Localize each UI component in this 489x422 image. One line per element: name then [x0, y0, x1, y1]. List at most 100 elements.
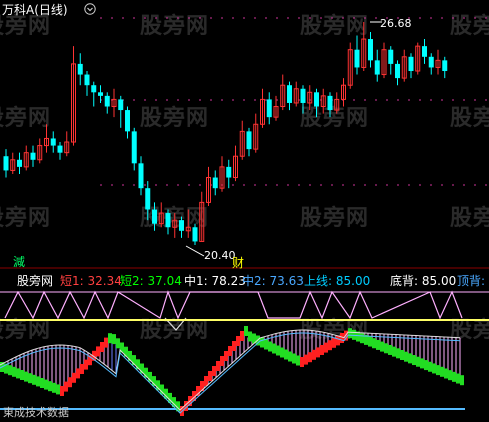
oscillator-bar — [104, 337, 108, 348]
oscillator-bar — [224, 351, 228, 361]
mid1-line — [0, 329, 461, 411]
oscillator-bar — [244, 326, 248, 336]
oscillator-bar — [440, 366, 444, 377]
oscillator-bar — [312, 349, 316, 360]
legend-mid1: 中1: 78.23 — [184, 274, 246, 288]
oscillator-bar — [24, 371, 28, 382]
candle-body — [145, 188, 151, 210]
legend-label: 短2 — [120, 274, 140, 288]
legend-upper-line: 上线: 85.00 — [304, 274, 371, 288]
oscillator-bar — [428, 361, 432, 372]
oscillator-bar — [316, 347, 320, 358]
oscillator-bar — [296, 355, 300, 366]
oscillator-bar — [204, 376, 208, 386]
oscillator-bar — [400, 350, 404, 360]
oscillator-bar — [280, 347, 284, 358]
oscillator-bar — [56, 384, 60, 395]
oscillator-bar — [436, 365, 440, 376]
candle-body — [91, 85, 97, 93]
oscillator-bar — [72, 372, 76, 383]
candle-body — [50, 138, 56, 146]
oscillator-bar — [352, 329, 356, 340]
chart-canvas — [0, 17, 489, 416]
high-price-label: 26.68 — [380, 17, 412, 30]
chevron-down-icon[interactable] — [84, 3, 96, 15]
chart-window: 股旁网 股旁网 股旁网 股旁网 股旁网 股旁网 股旁网 股旁网 股旁网 股旁网 … — [0, 0, 489, 422]
candle-body — [152, 209, 157, 224]
oscillator-bar — [68, 377, 72, 388]
oscillator-bar — [116, 338, 120, 349]
oscillator-bar — [32, 374, 36, 385]
legend-mid2: 中2: 73.63 — [242, 274, 304, 288]
oscillator-bar — [36, 376, 40, 387]
oscillator-bar — [80, 364, 84, 374]
candle-body — [428, 56, 434, 68]
legend-value: 85.00 — [421, 274, 457, 288]
candle-body — [84, 74, 90, 86]
oscillator-bar — [304, 354, 308, 365]
oscillator-bar — [60, 386, 64, 396]
candle-body — [408, 56, 414, 72]
oscillator-bar — [208, 371, 212, 381]
candle-body — [287, 85, 292, 103]
oscillator-bar — [376, 339, 380, 350]
oscillator-bar — [44, 379, 48, 390]
oscillator-bar — [28, 373, 32, 384]
signal-marker: 減 — [13, 255, 26, 269]
oscillator-bar — [332, 337, 336, 348]
oscillator-bar — [268, 341, 272, 352]
legend-value: 73.63 — [269, 274, 304, 288]
candle-body — [442, 60, 448, 72]
candle-body — [3, 156, 9, 171]
oscillator-bar — [220, 356, 224, 366]
candle-body — [77, 63, 83, 75]
oscillator-bar — [40, 378, 44, 388]
oscillator-bar — [260, 337, 264, 348]
candle-body — [138, 163, 144, 189]
oscillator-bar — [384, 343, 388, 354]
oscillator-bar — [248, 331, 252, 342]
oscillator-bar — [300, 357, 304, 367]
chart-title[interactable]: 万科A(日线) — [2, 3, 68, 17]
legend-value: 37.04 — [147, 274, 182, 288]
oscillator-bar — [324, 342, 328, 353]
candle-body — [104, 95, 110, 107]
oscillator-bar — [456, 373, 460, 384]
candle-body — [17, 159, 22, 167]
candle-body — [300, 88, 306, 103]
oscillator-bar — [444, 368, 448, 379]
oscillator-bar — [392, 346, 396, 357]
oscillator-bar — [8, 365, 12, 376]
oscillator-bar — [388, 344, 392, 355]
legend-label: 上线 — [304, 274, 329, 288]
indicator-name[interactable]: 股旁网 — [17, 274, 53, 288]
legend-short2: 短2: 37.04 — [120, 274, 182, 288]
oscillator-bar — [416, 356, 420, 367]
oscillator-bar — [48, 381, 52, 392]
candle-body — [192, 227, 198, 242]
legend-label: 顶背 — [457, 274, 482, 288]
legend-value: 78.23 — [211, 274, 246, 288]
oscillator-bar — [108, 333, 112, 344]
candle-body — [266, 99, 272, 118]
candle-body — [374, 60, 380, 75]
candle-body — [327, 95, 333, 111]
oscillator-bar — [96, 346, 100, 357]
oscillator-bar — [432, 363, 436, 374]
oscillator-bar — [276, 345, 280, 356]
oscillator-bar — [360, 333, 364, 344]
oscillator-bar — [16, 368, 20, 379]
oscillator-bar — [84, 359, 88, 370]
oscillator-bar — [380, 341, 384, 352]
oscillator-bar — [240, 331, 244, 341]
oscillator-bar — [408, 353, 412, 364]
oscillator-bar — [112, 334, 116, 345]
low-marker: 财 — [232, 256, 245, 270]
legend-label: 底背 — [390, 274, 415, 288]
oscillator-bar — [372, 338, 376, 349]
candle-body — [368, 39, 373, 61]
legend-bottom-divergence: 底背: 85.00 — [390, 274, 457, 288]
oscillator-bar — [328, 340, 332, 351]
candle-body — [30, 152, 36, 160]
oscillator-bar — [100, 342, 104, 352]
